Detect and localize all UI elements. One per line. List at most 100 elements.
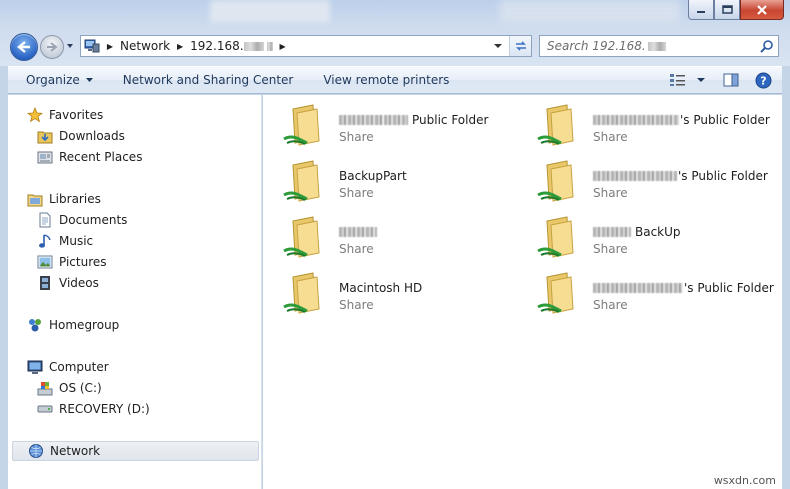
breadcrumb-ip[interactable]: 192.168. [187, 39, 275, 53]
nav-videos[interactable]: Videos [36, 273, 99, 293]
share-type: Share [593, 298, 628, 312]
nav-drive-c-label: OS (C:) [59, 381, 102, 395]
share-name-label: 's Public Folder [678, 169, 768, 183]
nav-documents[interactable]: Documents [36, 210, 127, 230]
shared-folder-icon [537, 104, 574, 146]
nav-downloads-label: Downloads [59, 129, 125, 143]
nav-libraries[interactable]: Libraries [26, 189, 101, 209]
help-button[interactable]: ? [755, 72, 772, 89]
nav-drive-d[interactable]: RECOVERY (D:) [36, 399, 150, 419]
breadcrumb-arrow[interactable]: ▶ [173, 42, 187, 51]
system-drive-icon [36, 380, 54, 396]
film-icon [36, 275, 54, 291]
share-name-label: 's Public Folder [684, 281, 774, 295]
redacted-ip [266, 42, 273, 51]
share-type: Share [593, 242, 628, 256]
file-list: Public Folder Share BackupPart Share Sha… [263, 95, 782, 489]
share-tile[interactable]: 's Public Folder Share [523, 267, 774, 319]
libraries-icon [26, 191, 44, 207]
background-window-blur [500, 0, 680, 22]
back-button[interactable] [10, 33, 38, 61]
arrow-right-icon [47, 42, 58, 52]
breadcrumb-network[interactable]: Network [117, 39, 173, 53]
search-placeholder: Search 192.168. [547, 39, 646, 53]
nav-homegroup[interactable]: Homegroup [26, 315, 119, 335]
share-name: BackupPart [339, 169, 407, 183]
share-tile[interactable]: Share [269, 211, 514, 263]
hard-drive-icon [36, 401, 54, 417]
pictures-icon [36, 254, 54, 270]
share-tile[interactable]: 's Public Folder Share [523, 155, 768, 207]
address-history-dropdown[interactable] [491, 36, 505, 56]
network-location-icon [81, 36, 103, 56]
preview-pane-button[interactable] [723, 73, 739, 87]
organize-menu-button[interactable]: Organize [8, 67, 108, 93]
watermark: wsxdn.com [713, 474, 776, 487]
nav-downloads[interactable]: Downloads [36, 126, 125, 146]
share-name: Public Folder [339, 113, 488, 127]
nav-music[interactable]: Music [36, 231, 93, 251]
redacted-ip [647, 41, 666, 51]
maximize-icon [721, 5, 733, 14]
nav-computer[interactable]: Computer [26, 357, 109, 377]
nav-libraries-label: Libraries [49, 192, 101, 206]
chevron-down-icon [85, 77, 93, 82]
share-tile[interactable]: 's Public Folder Share [523, 99, 770, 151]
preview-pane-icon [723, 73, 739, 87]
homegroup-icon [26, 317, 44, 333]
share-name: Macintosh HD [339, 281, 423, 295]
arrow-left-icon [17, 41, 30, 53]
redacted-ip [243, 42, 264, 51]
share-name-label: BackUp [635, 225, 681, 239]
forward-button[interactable] [40, 35, 64, 59]
view-remote-printers-button[interactable]: View remote printers [308, 67, 464, 93]
share-type: Share [339, 298, 374, 312]
share-tile[interactable]: Public Folder Share [269, 99, 514, 151]
redacted-text [593, 115, 679, 125]
nav-music-label: Music [59, 234, 94, 248]
address-bar[interactable]: ▶ Network ▶ 192.168. ▶ [80, 35, 532, 57]
share-tile[interactable]: BackupPart Share [269, 155, 514, 207]
nav-network[interactable]: Network [12, 441, 259, 461]
refresh-button[interactable] [509, 36, 531, 56]
recent-places-icon [36, 149, 54, 165]
star-icon [26, 107, 44, 123]
nav-drive-c[interactable]: OS (C:) [36, 378, 102, 398]
minimize-button[interactable] [688, 0, 714, 20]
help-icon: ? [755, 72, 772, 88]
breadcrumb-arrow[interactable]: ▶ [276, 42, 290, 51]
view-dropdown-button[interactable] [697, 77, 705, 83]
nav-homegroup-label: Homegroup [49, 318, 120, 332]
nav-videos-label: Videos [59, 276, 99, 290]
nav-drive-d-label: RECOVERY (D:) [59, 402, 150, 416]
window-right-border [782, 66, 790, 489]
nav-pictures[interactable]: Pictures [36, 252, 107, 272]
maximize-button[interactable] [714, 0, 740, 20]
share-tile[interactable]: BackUp Share [523, 211, 768, 263]
documents-icon [36, 212, 54, 228]
breadcrumb-ip-label: 192.168. [190, 39, 244, 53]
change-view-button[interactable] [669, 73, 687, 87]
search-input[interactable]: Search 192.168. [539, 35, 779, 57]
share-name [339, 225, 378, 239]
redacted-text [339, 115, 383, 125]
share-type: Share [593, 186, 628, 200]
nav-recent-places[interactable]: Recent Places [36, 147, 142, 167]
view-options-icon [670, 74, 685, 86]
network-sharing-center-button[interactable]: Network and Sharing Center [108, 67, 309, 93]
share-name: BackUp [593, 225, 681, 239]
share-name: 's Public Folder [593, 113, 770, 127]
svg-text:?: ? [760, 74, 766, 87]
shared-folder-icon [283, 160, 320, 202]
nav-recent-places-label: Recent Places [59, 150, 143, 164]
close-button[interactable] [740, 0, 784, 20]
search-icon[interactable] [760, 39, 774, 53]
recent-pages-dropdown-icon[interactable] [66, 42, 74, 50]
music-note-icon [36, 233, 54, 249]
background-window-blur [210, 0, 330, 22]
nav-favorites[interactable]: Favorites [26, 105, 103, 125]
breadcrumb-arrow[interactable]: ▶ [103, 42, 117, 51]
share-name: 's Public Folder [593, 169, 768, 183]
share-tile[interactable]: Macintosh HD Share [269, 267, 514, 319]
shared-folder-icon [537, 216, 574, 258]
